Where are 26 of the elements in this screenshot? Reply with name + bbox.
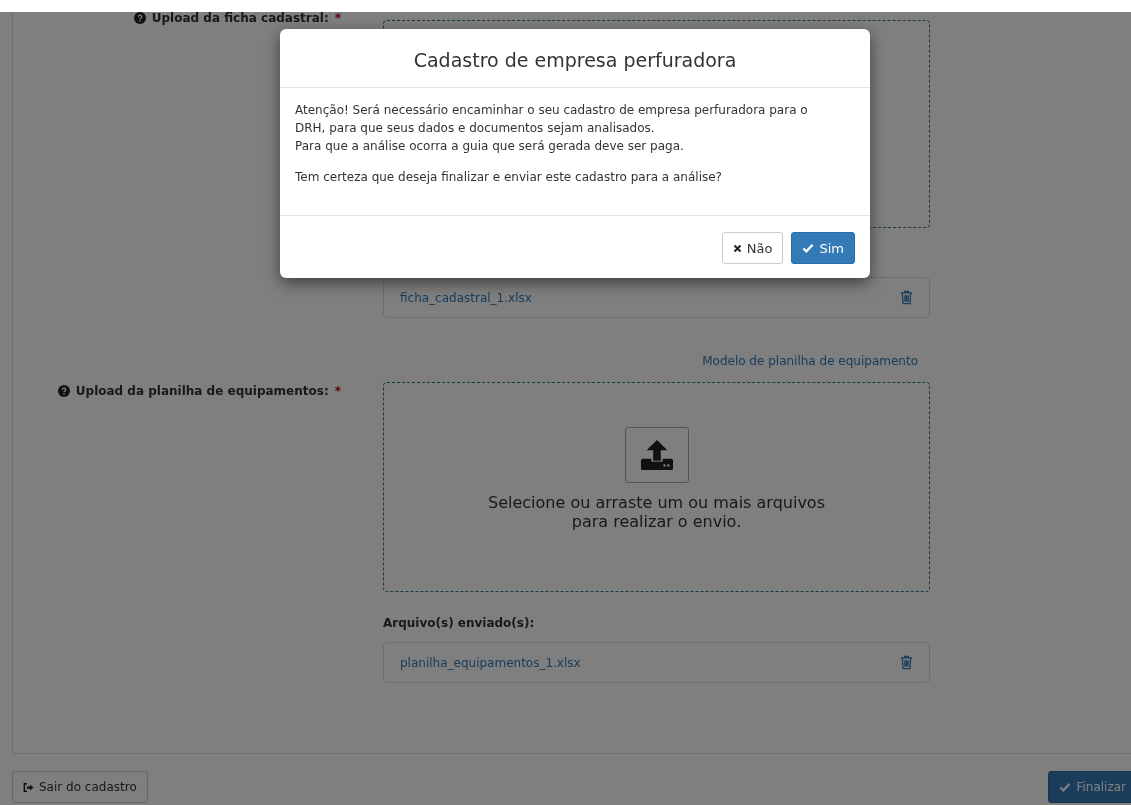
- trash-icon[interactable]: [900, 655, 913, 670]
- check-icon: [802, 243, 815, 253]
- confirm-button[interactable]: Sim: [791, 232, 855, 264]
- dialog-message: Atenção! Será necessário encaminhar o seu cadastro de empresa perfuradora para o DRH, para que seus dados e documentos sejam analisados. Para que a análise ocorra a guia que será gerada deve ser paga.: [295, 102, 809, 155]
- dropzone-instructions: Selecione ou arraste um ou mais arquivos para realizar o envio.: [487, 492, 826, 533]
- template-link[interactable]: Modelo de planilha de equipamento: [383, 354, 930, 368]
- sign-out-icon: [23, 782, 34, 792]
- exit-button[interactable]: Sair do cadastro: [12, 771, 148, 803]
- upload-icon: [624, 426, 689, 483]
- check-icon: [1059, 782, 1072, 792]
- required-mark: *: [334, 384, 341, 398]
- required-mark: *: [334, 11, 341, 25]
- file-dropzone[interactable]: Selecione ou arraste um ou mais arquivos para realizar o envio.: [383, 382, 930, 592]
- file-name[interactable]: ficha_cadastral_1.xlsx: [400, 290, 532, 305]
- dialog-title: Cadastro de empresa perfuradora: [280, 29, 870, 88]
- uploaded-files-label: Arquivo(s) enviado(s):: [383, 616, 536, 630]
- finish-button[interactable]: Finalizar: [1048, 771, 1131, 803]
- cancel-button[interactable]: Não: [721, 232, 784, 264]
- help-icon: [57, 385, 70, 397]
- field-label: Upload da planilha de equipamentos:: [75, 384, 329, 398]
- dialog-message: Tem certeza que deseja finalizar e enviar este cadastro para a análise?: [295, 169, 723, 186]
- file-name[interactable]: planilha_equipamentos_1.xlsx: [400, 655, 581, 670]
- help-icon: [133, 12, 146, 24]
- field-label: Upload da ficha cadastral:: [151, 11, 329, 25]
- trash-icon[interactable]: [900, 290, 913, 305]
- close-icon: [732, 243, 742, 253]
